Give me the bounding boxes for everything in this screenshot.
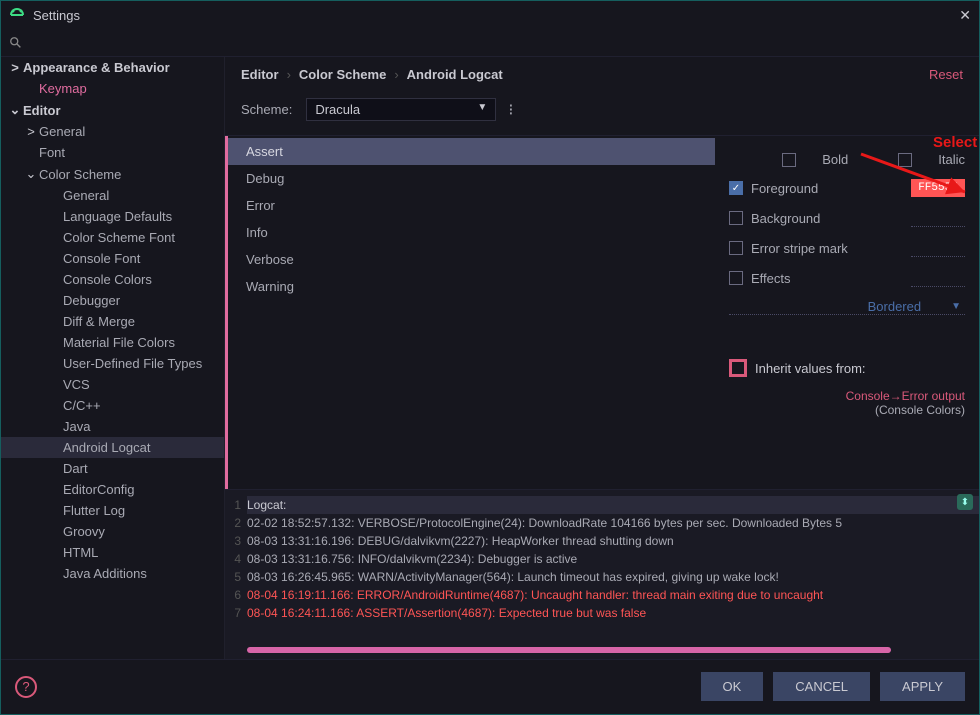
sidebar-item-flutter-log[interactable]: Flutter Log [1, 500, 224, 521]
sidebar-item-c-c-[interactable]: C/C++ [1, 395, 224, 416]
preview-pane: ⬍ 1234567 Logcat:02-02 18:52:57.132: VER… [225, 489, 979, 659]
apply-button[interactable]: APPLY [880, 672, 965, 701]
sidebar-item-color-scheme-font[interactable]: Color Scheme Font [1, 227, 224, 248]
sidebar-item-keymap[interactable]: Keymap [1, 78, 224, 99]
loglevel-debug[interactable]: Debug [228, 165, 715, 192]
sidebar-item-debugger[interactable]: Debugger [1, 290, 224, 311]
reset-link[interactable]: Reset [929, 67, 963, 82]
ok-button[interactable]: OK [701, 672, 764, 701]
crumb-colorscheme[interactable]: Color Scheme [299, 67, 386, 82]
settings-tree: >Appearance & BehaviorKeymap⌄Editor>Gene… [1, 57, 225, 659]
sidebar-item-appearance-behavior[interactable]: >Appearance & Behavior [1, 57, 224, 78]
bold-checkbox[interactable] [782, 153, 796, 167]
analyze-icon[interactable]: ⬍ [957, 494, 973, 510]
inherit-checkbox[interactable] [729, 359, 747, 377]
sidebar-item-java[interactable]: Java [1, 416, 224, 437]
app-logo-icon [9, 7, 25, 23]
sidebar-item-vcs[interactable]: VCS [1, 374, 224, 395]
foreground-color-swatch[interactable]: FF5555 [911, 179, 965, 197]
sidebar-item-general[interactable]: >General [1, 121, 224, 142]
loglevel-list: AssertDebugErrorInfoVerboseWarning [225, 136, 715, 489]
chevron-down-icon: ▼ [477, 102, 487, 117]
attribute-panel: Select Color Bold Italic Foreground [715, 136, 979, 489]
breadcrumb: Editor › Color Scheme › Android Logcat R… [225, 57, 979, 92]
preview-line: 08-04 16:24:11.166: ASSERT/Assertion(468… [247, 604, 979, 622]
sidebar-item-console-colors[interactable]: Console Colors [1, 269, 224, 290]
preview-line: 08-04 16:19:11.166: ERROR/AndroidRuntime… [247, 586, 979, 604]
errorstripe-checkbox[interactable] [729, 241, 743, 255]
preview-line: 08-03 13:31:16.756: INFO/dalvikvm(2234):… [247, 550, 979, 568]
crumb-editor[interactable]: Editor [241, 67, 279, 82]
inherit-sub: (Console Colors) [729, 403, 965, 417]
sidebar-item-groovy[interactable]: Groovy [1, 521, 224, 542]
background-checkbox[interactable] [729, 211, 743, 225]
crumb-logcat[interactable]: Android Logcat [407, 67, 503, 82]
sidebar-item-html[interactable]: HTML [1, 542, 224, 563]
effects-type-select[interactable]: Bordered ▼ [729, 299, 965, 315]
loglevel-info[interactable]: Info [228, 219, 715, 246]
preview-line: 08-03 16:26:45.965: WARN/ActivityManager… [247, 568, 979, 586]
cancel-button[interactable]: CANCEL [773, 672, 870, 701]
sidebar-item-android-logcat[interactable]: Android Logcat [1, 437, 224, 458]
chevron-down-icon: ▼ [951, 301, 961, 312]
sidebar-item-editor[interactable]: ⌄Editor [1, 99, 224, 121]
sidebar-item-dart[interactable]: Dart [1, 458, 224, 479]
sidebar-item-diff-merge[interactable]: Diff & Merge [1, 311, 224, 332]
sidebar-item-general[interactable]: General [1, 185, 224, 206]
gear-icon[interactable]: ⁝ [508, 100, 513, 120]
search-icon [9, 36, 23, 50]
sidebar-item-language-defaults[interactable]: Language Defaults [1, 206, 224, 227]
sidebar-item-java-additions[interactable]: Java Additions [1, 563, 224, 584]
sidebar-item-user-defined-file-types[interactable]: User-Defined File Types [1, 353, 224, 374]
loglevel-verbose[interactable]: Verbose [228, 246, 715, 273]
errorstripe-color-swatch[interactable] [911, 239, 965, 257]
loglevel-error[interactable]: Error [228, 192, 715, 219]
sidebar-item-editorconfig[interactable]: EditorConfig [1, 479, 224, 500]
loglevel-assert[interactable]: Assert [228, 138, 715, 165]
preview-scrollbar[interactable] [247, 647, 891, 653]
preview-line: 08-03 13:31:16.196: DEBUG/dalvikvm(2227)… [247, 532, 979, 550]
close-icon[interactable]: ✕ [959, 7, 971, 24]
sidebar-item-console-font[interactable]: Console Font [1, 248, 224, 269]
titlebar: Settings ✕ [1, 1, 979, 29]
preview-line: 02-02 18:52:57.132: VERBOSE/ProtocolEngi… [247, 514, 979, 532]
background-color-swatch[interactable] [911, 209, 965, 227]
help-button[interactable]: ? [15, 676, 37, 698]
foreground-checkbox[interactable] [729, 181, 743, 195]
loglevel-warning[interactable]: Warning [228, 273, 715, 300]
sidebar-item-color-scheme[interactable]: ⌄Color Scheme [1, 163, 224, 185]
sidebar-item-material-file-colors[interactable]: Material File Colors [1, 332, 224, 353]
window-title: Settings [33, 8, 80, 23]
search-input[interactable] [1, 29, 979, 57]
inherit-link[interactable]: Console→Error output [729, 389, 965, 403]
scheme-select[interactable]: Dracula ▼ [306, 98, 496, 121]
italic-checkbox[interactable] [898, 153, 912, 167]
effects-checkbox[interactable] [729, 271, 743, 285]
sidebar-item-font[interactable]: Font [1, 142, 224, 163]
effects-color-swatch[interactable] [911, 269, 965, 287]
scheme-label: Scheme: [241, 102, 292, 117]
